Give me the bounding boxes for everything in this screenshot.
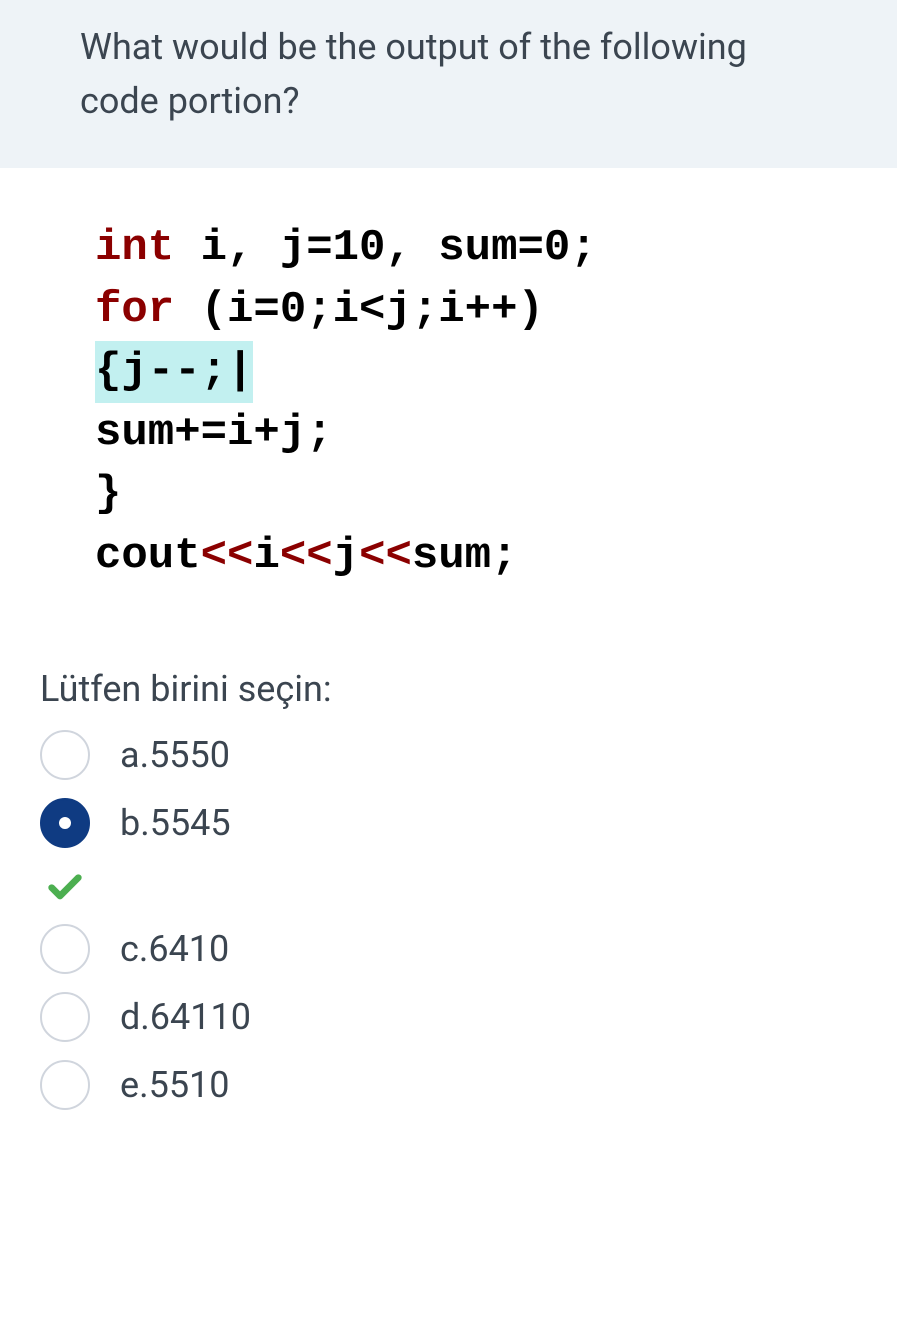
radio-b[interactable] <box>40 798 90 848</box>
radio-inner-dot <box>59 817 71 829</box>
code-text: (i=0;i<j;i++) <box>174 285 544 335</box>
code-keyword: int <box>95 223 174 273</box>
option-b[interactable]: b.5545 <box>40 798 857 848</box>
code-operator: << <box>201 531 254 581</box>
option-e[interactable]: e.5510 <box>40 1060 857 1110</box>
code-block: int i, j=10, sum=0; for (i=0;i<j;i++) {j… <box>80 198 847 608</box>
radio-e[interactable] <box>40 1060 90 1110</box>
radio-d[interactable] <box>40 992 90 1042</box>
radio-a[interactable] <box>40 730 90 780</box>
checkmark-icon <box>45 866 85 906</box>
radio-c[interactable] <box>40 924 90 974</box>
option-a[interactable]: a.5550 <box>40 730 857 780</box>
option-label-e: e.5510 <box>120 1064 230 1106</box>
option-d[interactable]: d.64110 <box>40 992 857 1042</box>
code-text: } <box>95 469 121 519</box>
question-text: What would be the output of the followin… <box>0 0 897 168</box>
code-operator: << <box>359 531 412 581</box>
code-text: sum; <box>412 531 518 581</box>
option-label-b: b.5545 <box>120 802 231 844</box>
answer-section: Lütfen birini seçin: a.5550 b.5545 c.641… <box>0 638 897 1168</box>
code-text: i <box>253 531 279 581</box>
option-c[interactable]: c.6410 <box>40 924 857 974</box>
option-label-d: d.64110 <box>120 996 251 1038</box>
code-text: cout <box>95 531 201 581</box>
correct-indicator <box>45 866 857 906</box>
answer-prompt: Lütfen birini seçin: <box>40 668 857 710</box>
code-operator: << <box>280 531 333 581</box>
code-text: sum+=i+j; <box>95 408 333 458</box>
code-text: j <box>333 531 359 581</box>
code-keyword: for <box>95 285 174 335</box>
code-text: i, j=10, sum=0; <box>174 223 596 273</box>
option-label-a: a.5550 <box>120 734 230 776</box>
option-label-c: c.6410 <box>120 928 229 970</box>
code-highlighted: {j--;| <box>95 341 253 403</box>
